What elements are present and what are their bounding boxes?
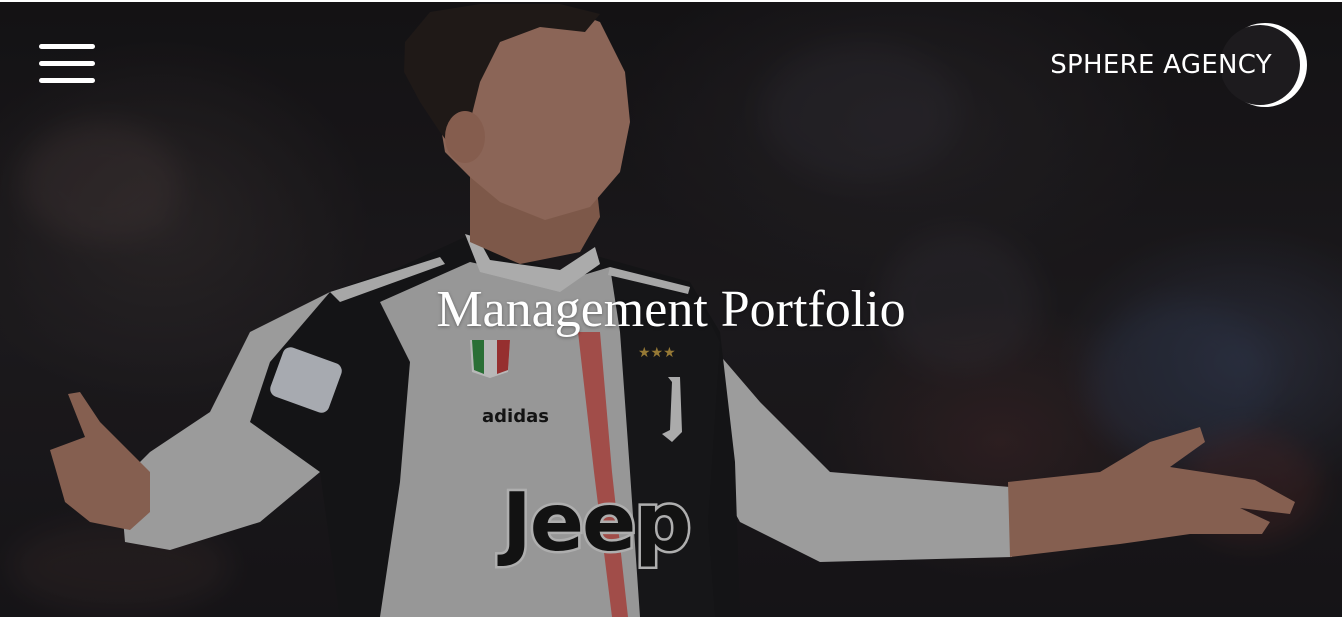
brand-logo-link[interactable]: SPHERE AGENCY [1050,22,1308,108]
menu-bar-top [39,44,95,49]
menu-bar-middle [39,61,95,66]
page-title: Management Portfolio [436,281,906,338]
hamburger-menu-icon[interactable] [38,44,96,88]
brand-name: SPHERE AGENCY [1050,50,1272,80]
hero-section: adidas ★★★ Jeep SPHERE AGENCY Management… [0,2,1342,617]
menu-bar-bottom [39,78,95,83]
